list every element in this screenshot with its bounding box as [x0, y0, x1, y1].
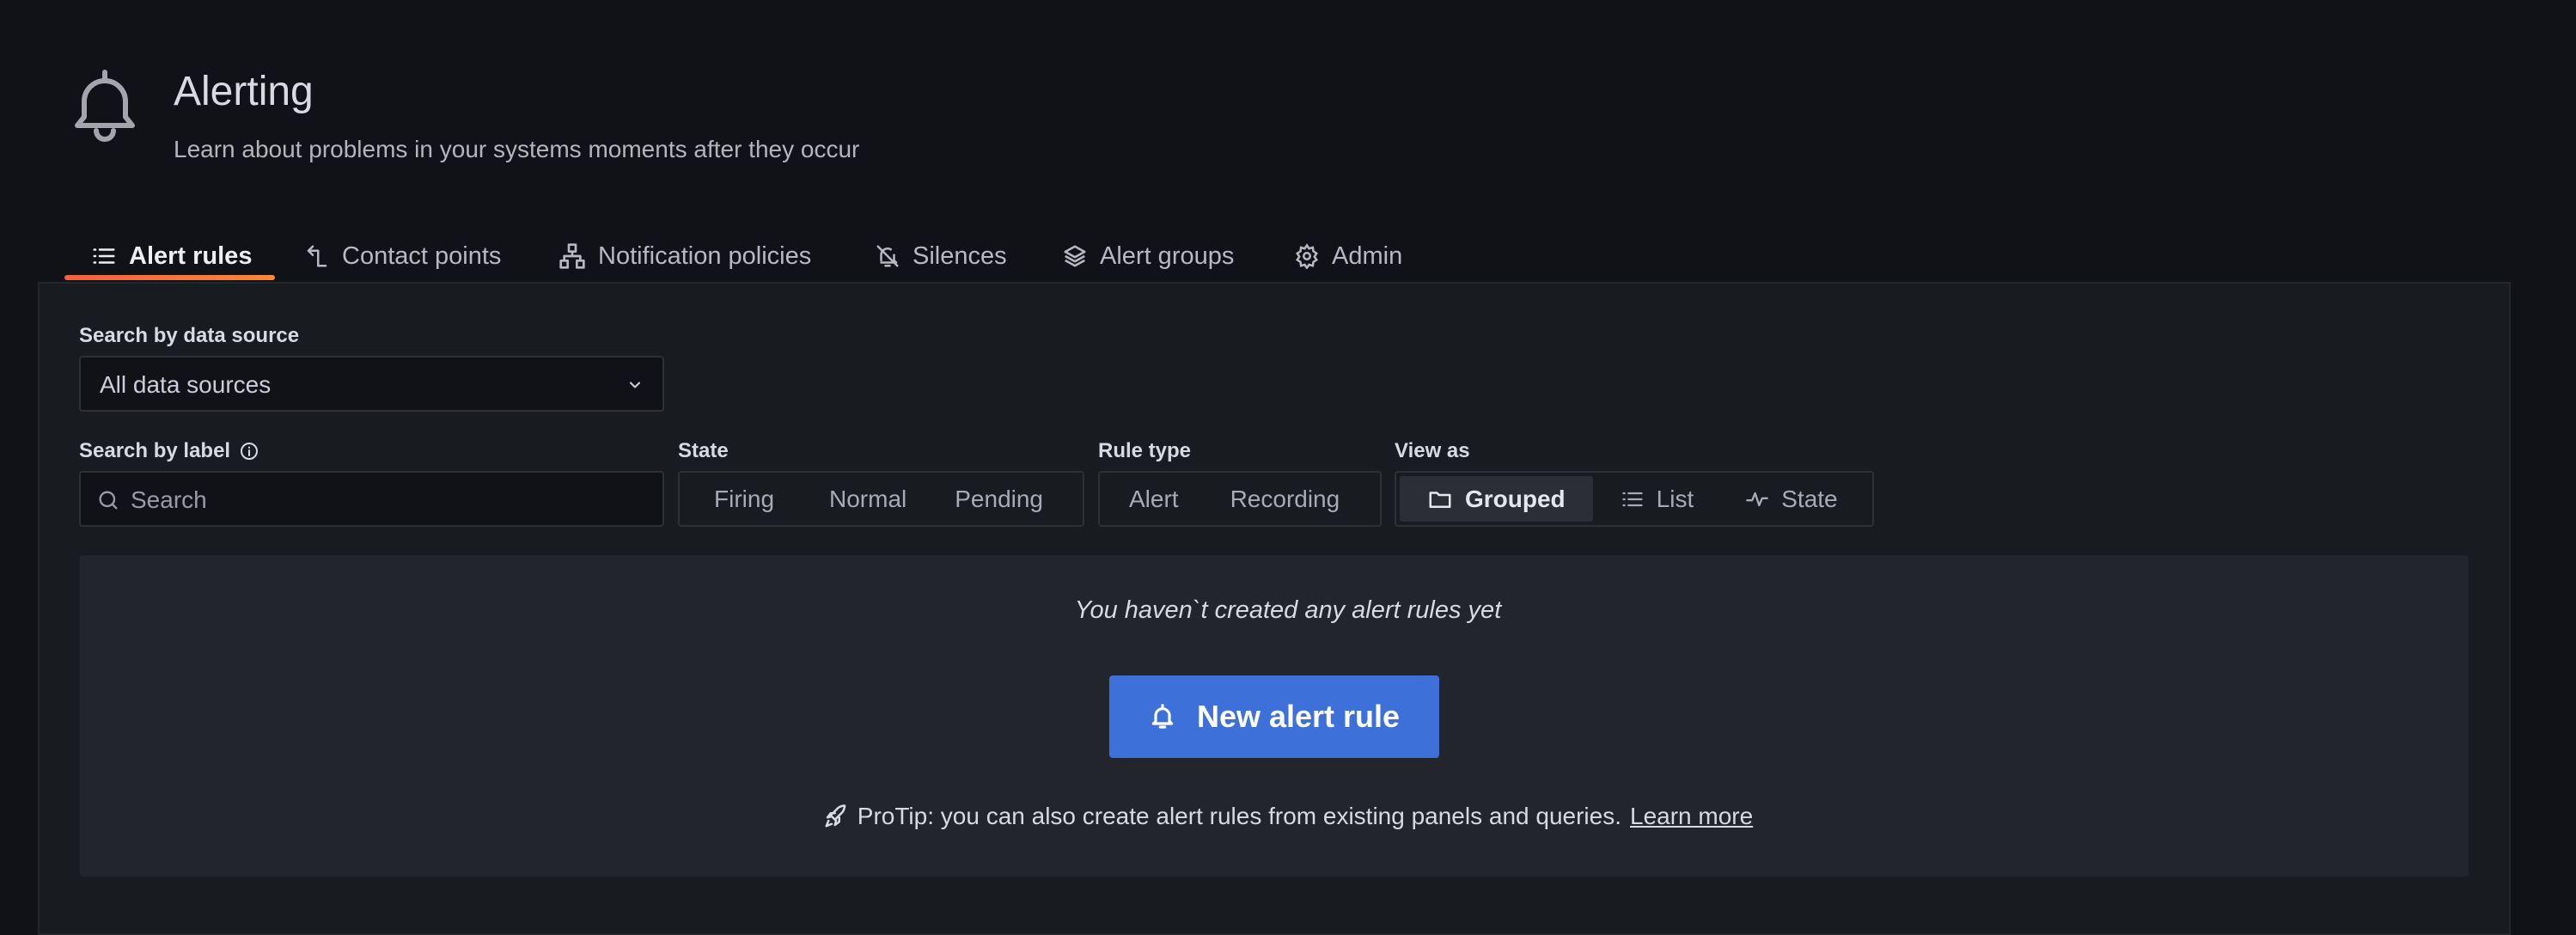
viewas-list-label: List	[1656, 485, 1694, 512]
ruletype-alert-button[interactable]: Alert	[1103, 476, 1205, 522]
state-label: State	[678, 439, 729, 462]
tab-label: Silences	[913, 241, 1007, 270]
page-title: Alerting	[174, 69, 314, 114]
viewas-state-label: State	[1781, 485, 1838, 512]
label-search-input[interactable]	[129, 481, 648, 519]
viewas-group: Grouped List State	[1395, 471, 1874, 527]
viewas-grouped-button[interactable]: Grouped	[1400, 476, 1593, 522]
layers-icon	[1062, 243, 1100, 269]
page-subtitle: Learn about problems in your systems mom…	[174, 136, 860, 162]
search-icon	[96, 488, 120, 512]
gear-icon	[1294, 243, 1332, 269]
info-icon[interactable]	[239, 441, 259, 461]
tab-silences[interactable]: Silences	[875, 230, 1007, 282]
new-alert-rule-label: New alert rule	[1196, 699, 1401, 734]
sitemap-icon	[559, 242, 598, 270]
heartbeat-icon	[1745, 487, 1781, 511]
label-search-label-text: Search by label	[79, 439, 231, 462]
tab-label: Notification policies	[598, 241, 812, 270]
tab-notification-policies[interactable]: Notification policies	[559, 230, 811, 282]
tab-label: Alert groups	[1100, 241, 1235, 270]
active-tab-indicator	[64, 275, 275, 280]
protip: ProTip: you can also create alert rules …	[0, 803, 2576, 830]
rocket-icon	[823, 804, 858, 829]
datasource-select[interactable]: All data sources	[79, 356, 664, 412]
protip-text: ProTip: you can also create alert rules …	[857, 803, 1621, 829]
state-filter-group: Firing Normal Pending	[678, 471, 1084, 527]
bell-slash-icon	[875, 243, 913, 269]
tab-label: Admin	[1332, 241, 1403, 270]
folder-icon	[1427, 486, 1465, 512]
ruletype-label: Rule type	[1098, 439, 1192, 462]
tab-alert-groups[interactable]: Alert groups	[1062, 230, 1234, 282]
new-alert-rule-button[interactable]: New alert rule	[1109, 675, 1439, 758]
datasource-label: Search by data source	[79, 324, 300, 347]
viewas-label: View as	[1395, 439, 1470, 462]
chevron-down-icon	[626, 376, 644, 394]
list-icon	[1621, 487, 1657, 511]
label-search-field[interactable]	[79, 471, 664, 527]
label-search-label: Search by label	[79, 438, 259, 464]
state-normal-button[interactable]: Normal	[805, 476, 931, 522]
state-firing-button[interactable]: Firing	[683, 476, 805, 522]
list-icon	[91, 243, 129, 269]
tab-admin[interactable]: Admin	[1294, 230, 1402, 282]
learn-more-link[interactable]: Learn more	[1630, 803, 1753, 830]
ruletype-recording-button[interactable]: Recording	[1205, 476, 1366, 522]
tab-contact-points[interactable]: Contact points	[304, 230, 501, 282]
empty-state-message: You haven`t created any alert rules yet	[1074, 596, 1502, 624]
bell-icon	[70, 67, 139, 143]
ruletype-filter-group: Alert Recording	[1098, 471, 1382, 527]
datasource-value: All data sources	[100, 371, 272, 398]
viewas-list-button[interactable]: List	[1593, 476, 1722, 522]
tab-label: Alert rules	[129, 241, 253, 270]
contact-points-icon	[304, 243, 342, 269]
viewas-state-button[interactable]: State	[1721, 476, 1861, 522]
tab-alert-rules[interactable]: Alert rules	[91, 230, 252, 282]
state-pending-button[interactable]: Pending	[931, 476, 1067, 522]
tab-label: Contact points	[342, 241, 502, 270]
bell-icon	[1149, 703, 1197, 730]
viewas-grouped-label: Grouped	[1465, 485, 1566, 512]
